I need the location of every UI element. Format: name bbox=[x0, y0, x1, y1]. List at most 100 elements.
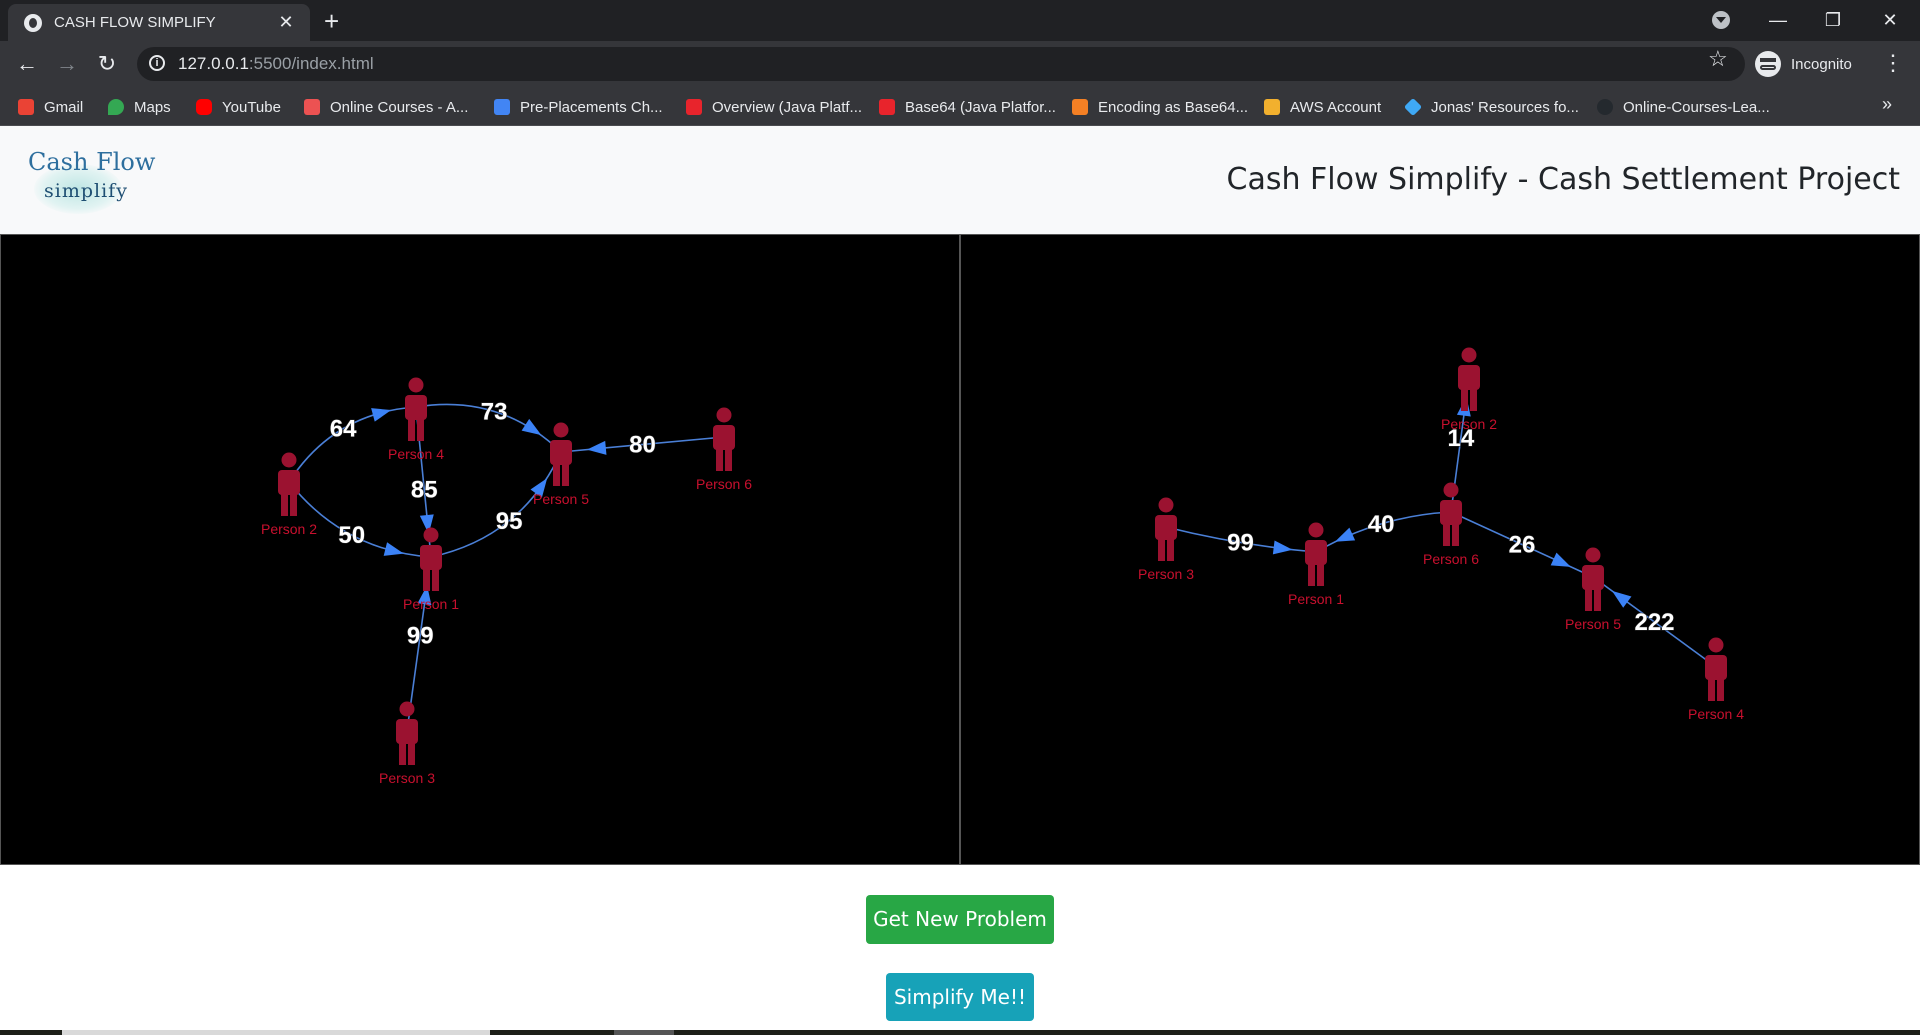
person-leg bbox=[562, 462, 569, 486]
browser-menu-icon[interactable]: ⋮ bbox=[1882, 50, 1904, 76]
bookmark-label: Online Courses - A... bbox=[330, 98, 469, 116]
bookmark-encoding-base64[interactable]: Encoding as Base64... bbox=[1072, 96, 1248, 118]
person-leg bbox=[290, 492, 297, 516]
node-person-4[interactable]: Person 4 bbox=[388, 377, 444, 463]
minimize-icon[interactable]: ― bbox=[1758, 4, 1798, 36]
person-leg bbox=[716, 447, 723, 471]
edge-amount-label: 26 bbox=[1509, 532, 1536, 559]
oracle-icon bbox=[686, 99, 702, 115]
github-icon bbox=[1597, 99, 1613, 115]
new-tab-button[interactable]: + bbox=[324, 6, 339, 37]
person-head bbox=[553, 422, 569, 438]
node-label: Person 1 bbox=[1288, 591, 1344, 607]
edge-amount-label: 14 bbox=[1448, 425, 1475, 452]
bookmark-youtube[interactable]: YouTube bbox=[196, 96, 281, 118]
udemy-icon bbox=[304, 99, 320, 115]
simplified-graph-canvas[interactable]: Person 1 Person 2 Person 3 Person 4 Person 5… bbox=[961, 235, 1919, 864]
arrowhead bbox=[383, 542, 404, 556]
node-label: Person 3 bbox=[379, 770, 435, 786]
person-leg bbox=[417, 417, 424, 441]
person-leg bbox=[1167, 537, 1174, 561]
bookmark-label: Pre-Placements Ch... bbox=[520, 98, 663, 116]
browser-toolbar: ← → ↻ i 127.0.0.1:5500/index.html bbox=[0, 41, 1920, 87]
restore-icon[interactable]: ❐ bbox=[1813, 4, 1853, 36]
node-label: Person 6 bbox=[696, 476, 752, 492]
bookmark-label: Maps bbox=[134, 98, 171, 116]
edge-amount-label: 95 bbox=[496, 508, 523, 535]
node-person-1[interactable]: Person 1 bbox=[403, 527, 459, 613]
tab-search-icon[interactable] bbox=[1712, 11, 1730, 29]
person-leg bbox=[281, 492, 288, 516]
node-person-3[interactable]: Person 3 bbox=[1138, 497, 1194, 583]
url-host: 127.0.0.1 bbox=[178, 54, 249, 73]
person-leg bbox=[1470, 387, 1477, 411]
bookmark-aws-account[interactable]: AWS Account bbox=[1264, 96, 1381, 118]
bookmark-jonas-resources[interactable]: Jonas' Resources fo... bbox=[1403, 96, 1579, 118]
node-label: Person 6 bbox=[1423, 551, 1479, 567]
person-leg bbox=[1317, 562, 1324, 586]
incognito-icon bbox=[1755, 51, 1781, 77]
more-bookmarks-icon[interactable]: » bbox=[1882, 94, 1892, 115]
reload-icon[interactable]: ↻ bbox=[92, 49, 122, 79]
person-leg bbox=[399, 741, 406, 765]
close-window-icon[interactable]: ✕ bbox=[1870, 4, 1910, 36]
bookmark-online-courses[interactable]: Online Courses - A... bbox=[304, 96, 468, 118]
brand-line-1: Cash Flow bbox=[28, 148, 156, 176]
site-info-icon[interactable]: i bbox=[149, 55, 165, 71]
person-leg bbox=[1594, 587, 1601, 611]
address-bar[interactable]: i 127.0.0.1:5500/index.html bbox=[137, 47, 1745, 81]
bookmark-java-overview[interactable]: Overview (Java Platf... bbox=[686, 96, 862, 118]
node-person-5[interactable]: Person 5 bbox=[1565, 547, 1621, 633]
bookmark-pre-placements[interactable]: Pre-Placements Ch... bbox=[494, 96, 663, 118]
node-person-6[interactable]: Person 6 bbox=[1423, 482, 1479, 568]
url-path: :5500/index.html bbox=[248, 54, 374, 73]
browser-tab[interactable]: CASH FLOW SIMPLIFY ✕ bbox=[8, 4, 310, 41]
bookmark-maps[interactable]: Maps bbox=[108, 96, 171, 118]
back-icon[interactable]: ← bbox=[12, 49, 42, 79]
bookmark-label: Online-Courses-Lea... bbox=[1623, 98, 1770, 116]
problem-graph-canvas[interactable]: Person 1 Person 2 Person 3 Person 4 Person 5… bbox=[1, 235, 959, 864]
arrowhead bbox=[371, 408, 392, 422]
problem-graph-panel[interactable]: Person 1 Person 2 Person 3 Person 4 Person 5… bbox=[0, 234, 960, 865]
edge-amount-label: 64 bbox=[330, 416, 357, 443]
person-head bbox=[1158, 497, 1174, 513]
brand-logo[interactable]: Cash Flow simplify bbox=[26, 146, 156, 216]
bookmark-gmail[interactable]: Gmail bbox=[18, 96, 83, 118]
edge-amount-label: 73 bbox=[481, 398, 508, 425]
node-person-4[interactable]: Person 4 bbox=[1688, 637, 1744, 723]
taskbar-strip bbox=[0, 1030, 1920, 1035]
tab-title: CASH FLOW SIMPLIFY bbox=[54, 14, 216, 31]
get-new-problem-button[interactable]: Get New Problem bbox=[866, 895, 1054, 944]
person-head bbox=[716, 407, 732, 423]
person-leg bbox=[408, 741, 415, 765]
edge-amount-label: 50 bbox=[338, 522, 365, 549]
simplified-graph-panel[interactable]: Person 1 Person 2 Person 3 Person 4 Person 5… bbox=[960, 234, 1920, 865]
simplify-button[interactable]: Simplify Me!! bbox=[886, 973, 1034, 1021]
person-head bbox=[1308, 522, 1324, 538]
person-leg bbox=[1158, 537, 1165, 561]
node-label: Person 3 bbox=[1138, 566, 1194, 582]
person-leg bbox=[1443, 522, 1450, 546]
incognito-profile-button[interactable]: Incognito bbox=[1755, 48, 1852, 80]
node-person-2[interactable]: Person 2 bbox=[261, 452, 317, 538]
bookmark-label: YouTube bbox=[222, 98, 281, 116]
forward-icon[interactable]: → bbox=[52, 49, 82, 79]
node-person-2[interactable]: Person 2 bbox=[1441, 347, 1497, 433]
bookmark-online-courses-github[interactable]: Online-Courses-Lea... bbox=[1597, 96, 1770, 118]
edge-amount-label: 222 bbox=[1634, 609, 1674, 636]
profile-label: Incognito bbox=[1791, 55, 1852, 73]
bookmark-label: Gmail bbox=[44, 98, 84, 116]
close-tab-icon[interactable]: ✕ bbox=[274, 12, 298, 33]
person-body bbox=[278, 470, 300, 495]
bookmark-star-icon[interactable]: ☆ bbox=[1708, 46, 1728, 72]
browser-tab-strip: CASH FLOW SIMPLIFY ✕ + ― ❐ ✕ bbox=[0, 0, 1920, 41]
node-person-3[interactable]: Person 3 bbox=[379, 701, 435, 787]
node-label: Person 2 bbox=[261, 521, 317, 537]
node-label: Person 5 bbox=[533, 491, 589, 507]
node-person-6[interactable]: Person 6 bbox=[696, 407, 752, 493]
node-person-1[interactable]: Person 1 bbox=[1288, 522, 1344, 608]
globe-icon bbox=[24, 13, 42, 32]
person-head bbox=[1708, 637, 1724, 653]
bookmark-java-base64[interactable]: Base64 (Java Platfor... bbox=[879, 96, 1056, 118]
node-label: Person 1 bbox=[403, 596, 459, 612]
